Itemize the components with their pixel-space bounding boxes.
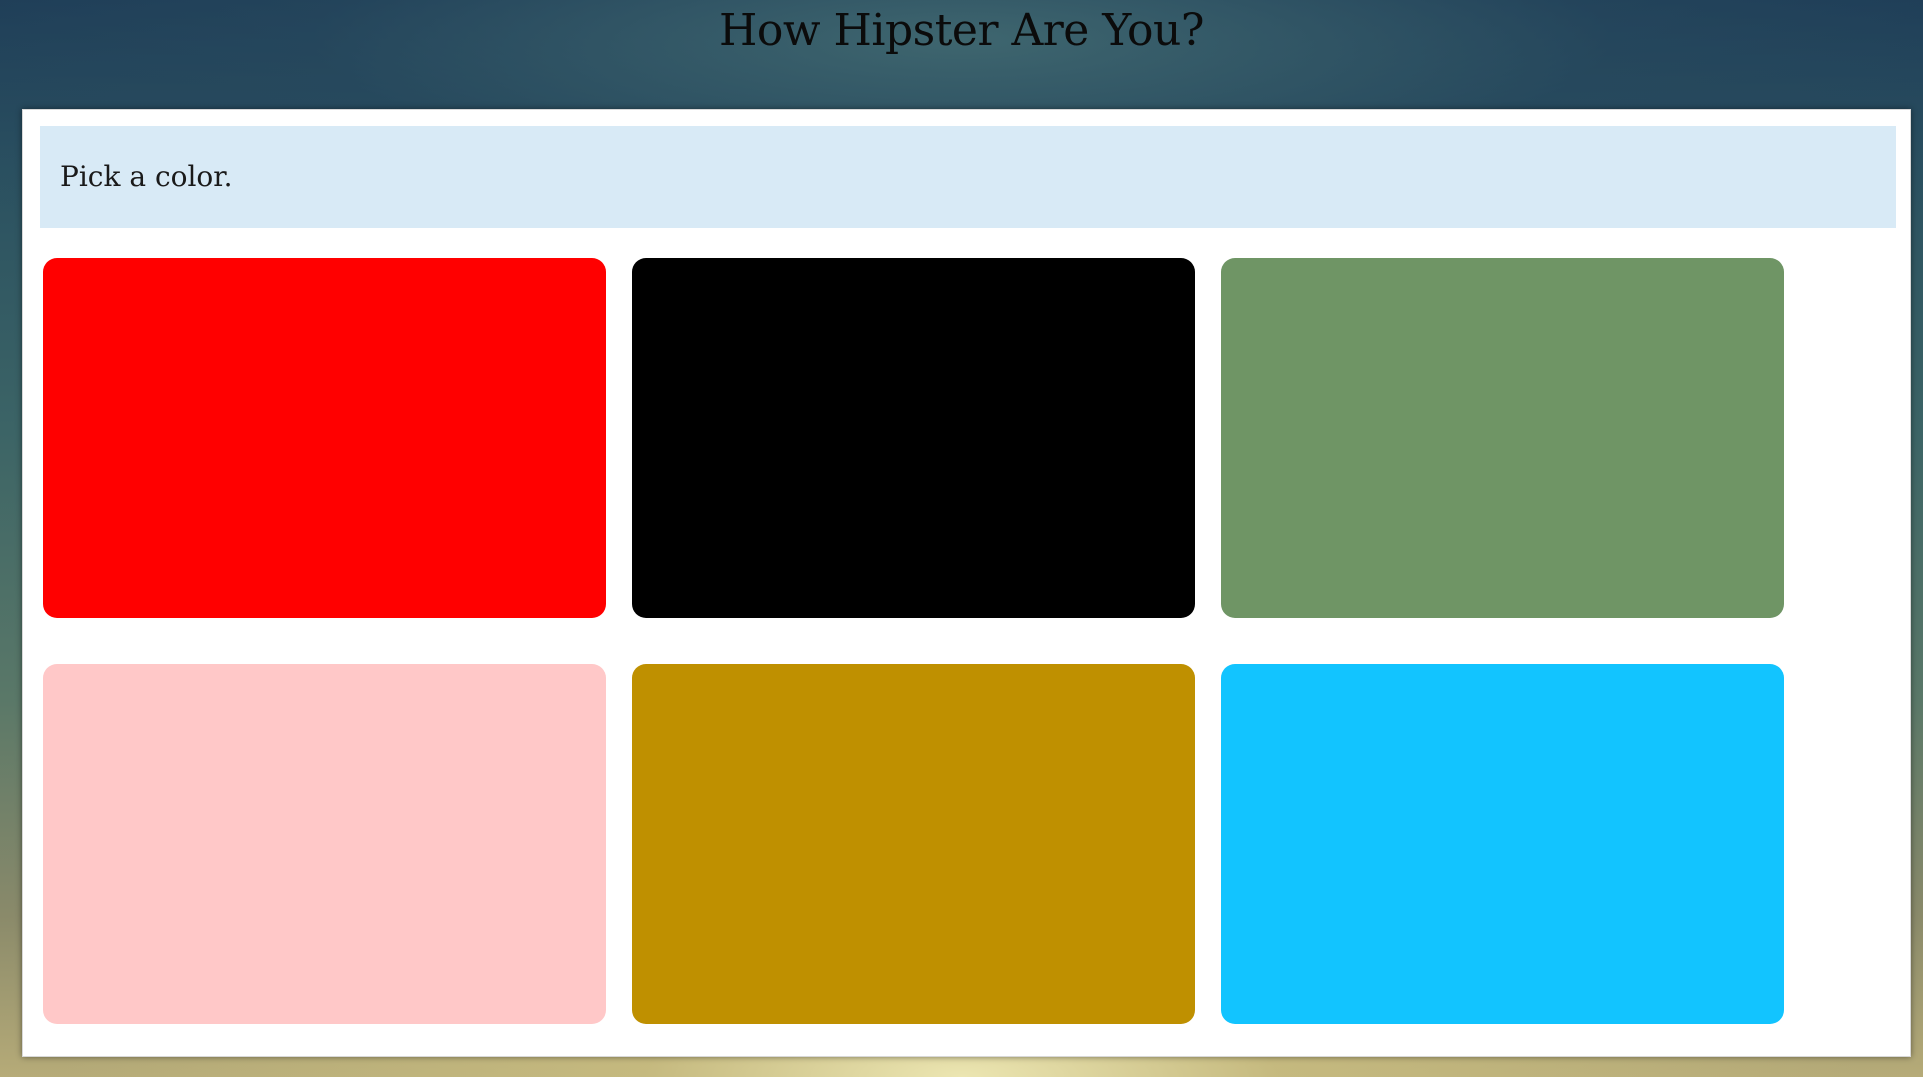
- color-option-mustard[interactable]: [632, 664, 1195, 1024]
- question-banner: Pick a color.: [40, 126, 1896, 228]
- color-option-black[interactable]: [632, 258, 1195, 618]
- quiz-card: Pick a color.: [22, 109, 1911, 1057]
- page-title: How Hipster Are You?: [719, 5, 1204, 56]
- color-option-sky-blue[interactable]: [1221, 664, 1784, 1024]
- color-option-green[interactable]: [1221, 258, 1784, 618]
- color-option-pink[interactable]: [43, 664, 606, 1024]
- color-option-red[interactable]: [43, 258, 606, 618]
- question-text: Pick a color.: [60, 160, 233, 193]
- color-options-grid: [43, 258, 1803, 1024]
